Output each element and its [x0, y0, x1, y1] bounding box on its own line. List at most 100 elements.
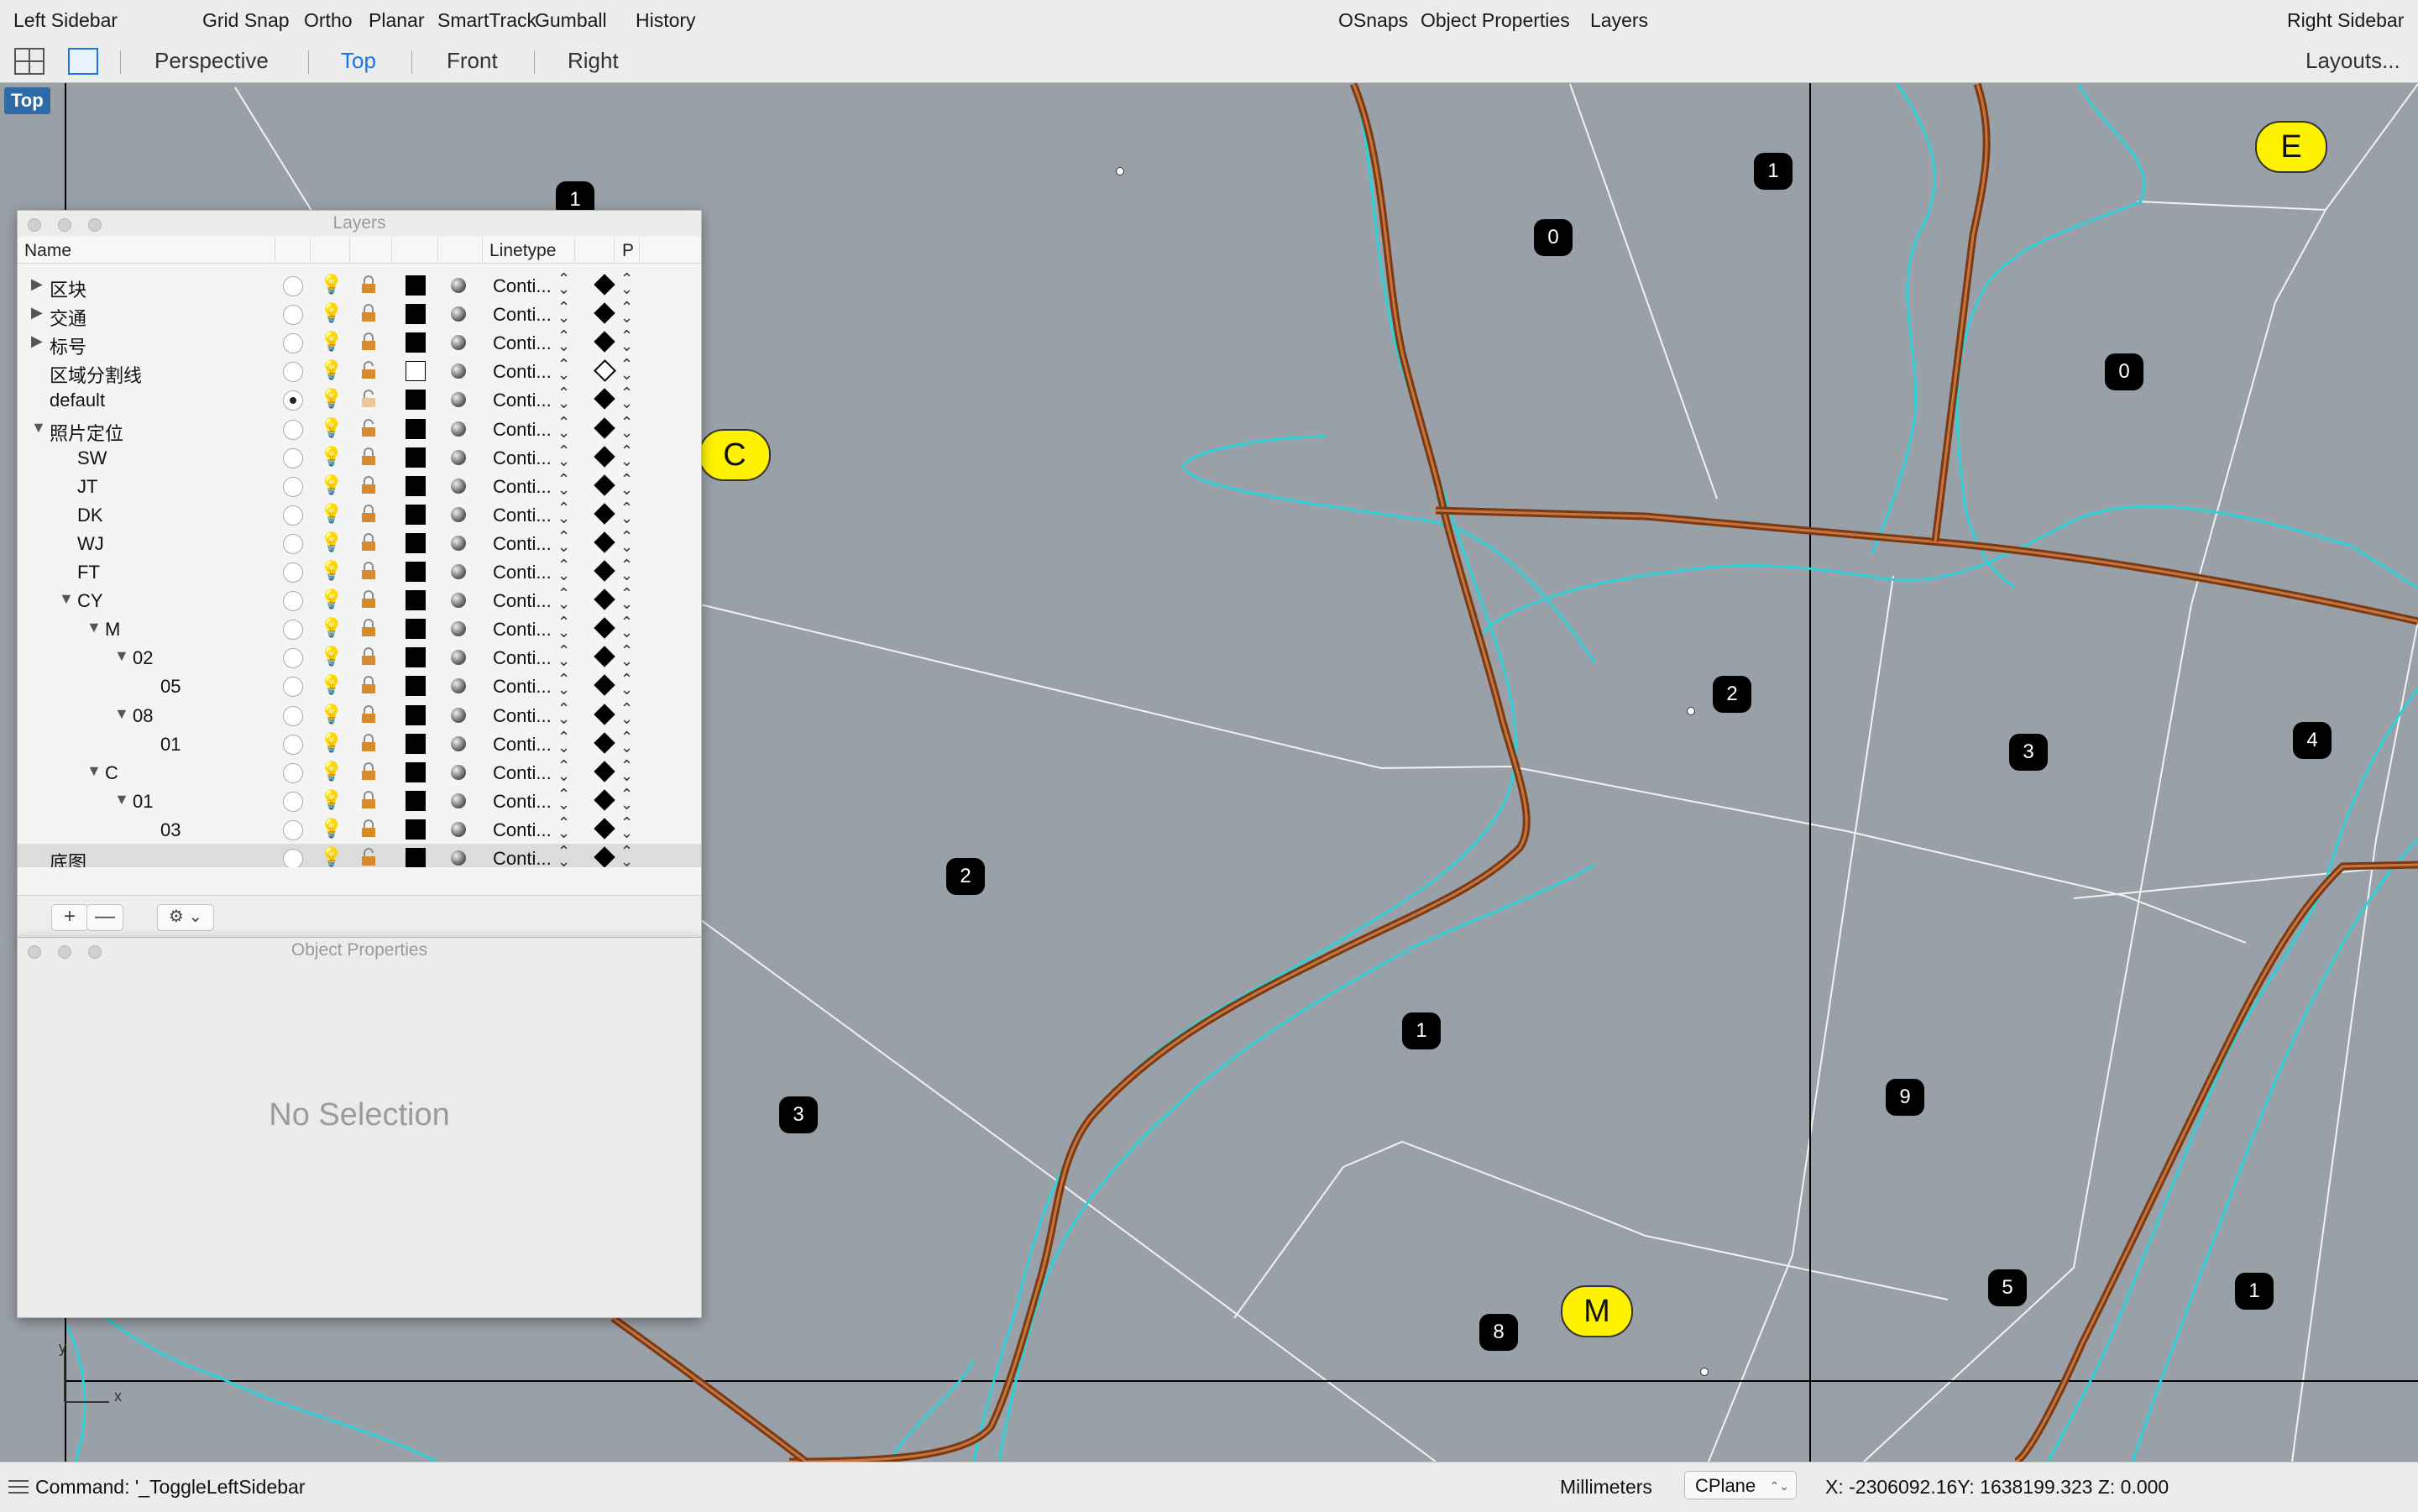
lock-icon[interactable] [360, 676, 377, 694]
lightbulb-icon[interactable]: 💡 [320, 646, 343, 667]
viewport-name-label[interactable]: Top [4, 87, 50, 114]
print-color-icon[interactable] [594, 703, 615, 725]
lightbulb-icon[interactable]: 💡 [320, 503, 343, 525]
linetype-value[interactable]: Conti... [493, 734, 552, 756]
lightbulb-icon[interactable]: 💡 [320, 531, 343, 553]
stepper-icon[interactable]: ⌃ ⌄ [620, 328, 633, 353]
stepper-icon[interactable]: ⌃ ⌄ [557, 300, 570, 325]
material-icon[interactable] [451, 593, 466, 609]
stepper-icon[interactable]: ⌃ ⌄ [620, 472, 633, 497]
lightbulb-icon[interactable]: 💡 [320, 589, 343, 610]
stepper-icon[interactable]: ⌃ ⌄ [557, 271, 570, 296]
gumball-toggle[interactable]: Gumball [535, 9, 607, 32]
stepper-icon[interactable]: ⌃ ⌄ [620, 787, 633, 812]
region-label[interactable]: 1 [1402, 1012, 1441, 1049]
stepper-icon[interactable]: ⌃ ⌄ [557, 472, 570, 497]
point-object[interactable] [1687, 707, 1695, 715]
expand-toggle-icon[interactable]: ▼ [114, 791, 129, 808]
layer-name[interactable]: 05 [160, 676, 181, 698]
stepper-icon[interactable]: ⌃ ⌄ [557, 557, 570, 583]
stepper-icon[interactable]: ⌃ ⌄ [620, 643, 633, 668]
region-label[interactable]: 5 [1988, 1269, 2027, 1306]
region-label[interactable]: 3 [2009, 734, 2048, 771]
layer-color-swatch[interactable] [406, 447, 426, 468]
stepper-icon[interactable]: ⌃ ⌄ [557, 529, 570, 554]
layer-row[interactable]: ▼ 01 💡 Conti... ⌃ ⌄ ⌃ ⌄ [18, 787, 701, 815]
layer-row[interactable]: 03 💡 Conti... ⌃ ⌄ ⌃ ⌄ [18, 815, 701, 844]
layer-row[interactable]: ▼ C 💡 Conti... ⌃ ⌄ ⌃ ⌄ [18, 758, 701, 787]
layer-row[interactable]: ▼ 照片定位 💡 Conti... ⌃ ⌄ ⌃ ⌄ [18, 415, 701, 444]
stepper-icon[interactable]: ⌃ ⌄ [620, 730, 633, 755]
minimize-icon[interactable] [58, 945, 71, 959]
stepper-icon[interactable]: ⌃ ⌄ [620, 300, 633, 325]
layer-name[interactable]: WJ [77, 533, 104, 555]
lightbulb-icon[interactable]: 💡 [320, 674, 343, 696]
stepper-icon[interactable]: ⌃ ⌄ [557, 643, 570, 668]
layer-row[interactable]: WJ 💡 Conti... ⌃ ⌄ ⌃ ⌄ [18, 529, 701, 557]
region-label[interactable]: 9 [1886, 1079, 1924, 1116]
material-icon[interactable] [451, 650, 466, 666]
current-layer-radio[interactable] [283, 849, 303, 867]
layer-row[interactable]: SW 💡 Conti... ⌃ ⌄ ⌃ ⌄ [18, 443, 701, 472]
lock-icon[interactable] [360, 733, 377, 752]
layer-row[interactable]: 05 💡 Conti... ⌃ ⌄ ⌃ ⌄ [18, 672, 701, 700]
current-layer-radio[interactable] [283, 447, 303, 468]
linetype-value[interactable]: Conti... [493, 390, 552, 411]
print-color-icon[interactable] [594, 302, 615, 324]
layer-color-swatch[interactable] [406, 275, 426, 296]
close-icon[interactable] [28, 945, 41, 959]
stepper-icon[interactable]: ⌃ ⌄ [620, 586, 633, 611]
close-icon[interactable] [28, 218, 41, 232]
lightbulb-icon[interactable]: 💡 [320, 274, 343, 296]
lightbulb-icon[interactable]: 💡 [320, 560, 343, 582]
lock-icon[interactable] [360, 418, 377, 437]
print-color-icon[interactable] [594, 416, 615, 439]
layer-name[interactable]: JT [77, 476, 97, 498]
lightbulb-icon[interactable]: 💡 [320, 388, 343, 410]
stepper-icon[interactable]: ⌃ ⌄ [557, 586, 570, 611]
lock-icon[interactable] [360, 647, 377, 666]
expand-toggle-icon[interactable]: ▼ [86, 762, 102, 780]
material-icon[interactable] [451, 764, 466, 780]
units-label[interactable]: Millimeters [1560, 1476, 1652, 1499]
point-object[interactable] [1116, 167, 1124, 175]
layer-name[interactable]: 01 [160, 734, 181, 756]
stepper-icon[interactable]: ⌃ ⌄ [620, 385, 633, 411]
layer-row[interactable]: FT 💡 Conti... ⌃ ⌄ ⌃ ⌄ [18, 557, 701, 586]
layer-color-swatch[interactable] [406, 361, 426, 382]
stepper-icon[interactable]: ⌃ ⌄ [557, 328, 570, 353]
stepper-icon[interactable]: ⌃ ⌄ [620, 357, 633, 382]
layer-row[interactable]: 区域分割线 💡 Conti... ⌃ ⌄ ⌃ ⌄ [18, 357, 701, 386]
region-label[interactable]: 2 [1713, 676, 1751, 713]
current-layer-radio[interactable] [283, 305, 303, 326]
ortho-toggle[interactable]: Ortho [304, 9, 353, 32]
layer-row[interactable]: ▼ CY 💡 Conti... ⌃ ⌄ ⌃ ⌄ [18, 586, 701, 615]
lightbulb-icon[interactable]: 💡 [320, 789, 343, 811]
layer-name[interactable]: C [105, 762, 118, 784]
expand-toggle-icon[interactable]: ▼ [59, 590, 74, 608]
stepper-icon[interactable]: ⌃ ⌄ [557, 758, 570, 783]
lock-icon[interactable] [360, 475, 377, 494]
expand-toggle-icon[interactable]: ▼ [114, 705, 129, 723]
lock-icon[interactable] [360, 848, 377, 866]
material-icon[interactable] [451, 449, 466, 465]
grid-snap-toggle[interactable]: Grid Snap [202, 9, 290, 32]
layer-name[interactable]: 区块 [50, 275, 86, 302]
lightbulb-icon[interactable]: 💡 [320, 846, 343, 867]
layer-color-swatch[interactable] [406, 647, 426, 668]
layer-name[interactable]: SW [77, 447, 107, 469]
material-icon[interactable] [451, 392, 466, 408]
stepper-icon[interactable]: ⌃ ⌄ [557, 615, 570, 640]
current-layer-radio[interactable] [283, 620, 303, 641]
stepper-icon[interactable]: ⌃ ⌄ [620, 758, 633, 783]
layer-name[interactable]: 08 [133, 705, 153, 727]
stepper-icon[interactable]: ⌃ ⌄ [557, 415, 570, 440]
current-layer-radio[interactable] [283, 419, 303, 440]
layer-color-swatch[interactable] [406, 704, 426, 725]
material-icon[interactable] [451, 278, 466, 293]
layer-color-swatch[interactable] [406, 504, 426, 525]
layer-row[interactable]: JT 💡 Conti... ⌃ ⌄ ⌃ ⌄ [18, 472, 701, 500]
single-viewport-button[interactable] [67, 47, 99, 76]
expand-toggle-icon[interactable]: ▼ [86, 619, 102, 636]
layer-name[interactable]: 03 [160, 819, 181, 841]
